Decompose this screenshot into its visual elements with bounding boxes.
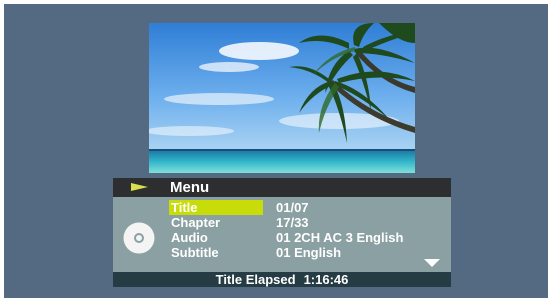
menu-item-label: Subtitle — [171, 245, 219, 260]
menu-item-audio[interactable]: Audio 01 2CH AC 3 English — [113, 230, 451, 245]
video-screen: Menu Title 01/07 Chapter 17/33 Audio 01 … — [4, 4, 548, 298]
menu-item-value: 01 2CH AC 3 English — [276, 230, 404, 245]
video-preview — [149, 23, 415, 173]
menu-item-label: Audio — [171, 230, 208, 245]
menu-item-subtitle[interactable]: Subtitle 01 English — [113, 245, 451, 260]
menu-item-value: 01/07 — [276, 200, 309, 215]
play-arrow-icon — [131, 183, 148, 191]
status-bar: Title Elapsed 1:16:46 — [113, 272, 451, 287]
beach-palm-image — [149, 23, 415, 173]
menu-item-value: 17/33 — [276, 215, 309, 230]
osd-menu-panel: Menu Title 01/07 Chapter 17/33 Audio 01 … — [113, 178, 451, 287]
elapsed-label: Title Elapsed — [215, 272, 296, 287]
menu-item-value: 01 English — [276, 245, 342, 260]
menu-item-label: Chapter — [171, 215, 221, 230]
menu-item-label: Title — [169, 200, 263, 215]
scroll-down-arrow-icon[interactable] — [424, 259, 440, 267]
osd-header: Menu — [113, 178, 451, 197]
menu-item-chapter[interactable]: Chapter 17/33 — [113, 215, 451, 230]
menu-title: Menu — [170, 179, 210, 196]
menu-item-title[interactable]: Title 01/07 — [113, 200, 451, 215]
elapsed-time: 1:16:46 — [303, 272, 349, 287]
